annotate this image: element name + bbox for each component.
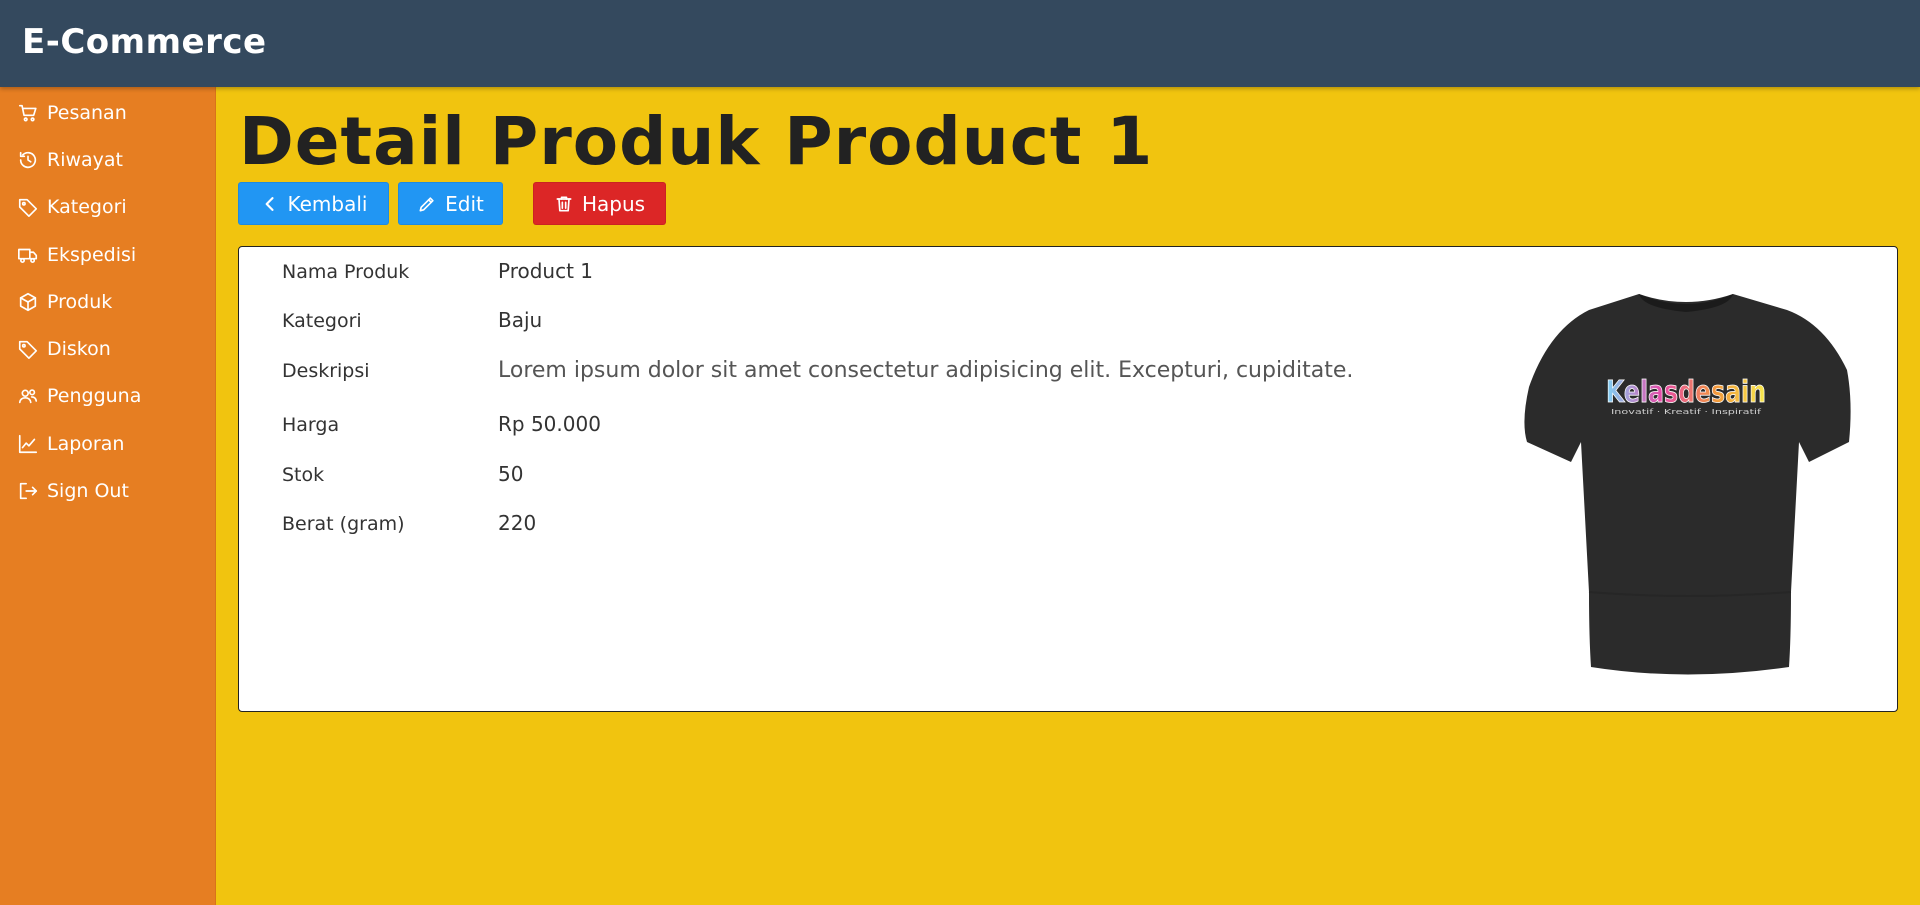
box-icon bbox=[19, 292, 37, 311]
sidebar: Pesanan Riwayat Kategori Ekspedisi Produ… bbox=[0, 87, 216, 905]
pencil-icon bbox=[419, 196, 434, 211]
edit-button-label: Edit bbox=[445, 191, 484, 216]
field-label: Stok bbox=[282, 464, 325, 486]
users-icon bbox=[18, 389, 38, 404]
field-label: Nama Produk bbox=[282, 261, 410, 283]
chart-icon bbox=[18, 434, 38, 453]
field-label: Deskripsi bbox=[282, 360, 370, 382]
sidebar-item-label: Kategori bbox=[47, 196, 127, 219]
sidebar-item-pesanan[interactable]: Pesanan bbox=[0, 89, 215, 136]
cart-icon bbox=[18, 104, 37, 122]
sidebar-item-pengguna[interactable]: Pengguna bbox=[0, 373, 215, 420]
field-row-kategori: Kategori Baju bbox=[282, 308, 542, 332]
sidebar-item-label: Diskon bbox=[47, 338, 111, 361]
history-icon bbox=[19, 151, 37, 169]
sidebar-item-label: Riwayat bbox=[47, 148, 123, 171]
sidebar-item-riwayat[interactable]: Riwayat bbox=[0, 136, 215, 183]
field-row-nama-produk: Nama Produk Product 1 bbox=[282, 259, 593, 283]
page-title: Detail Produk Product 1 bbox=[239, 103, 1154, 180]
sidebar-item-label: Ekspedisi bbox=[47, 243, 137, 266]
sidebar-item-label: Laporan bbox=[47, 432, 125, 455]
delete-button[interactable]: Hapus bbox=[533, 182, 666, 225]
field-row-deskripsi: Deskripsi Lorem ipsum dolor sit amet con… bbox=[282, 358, 1353, 383]
field-value: Product 1 bbox=[498, 259, 594, 283]
sidebar-item-label: Sign Out bbox=[47, 480, 129, 503]
tag-icon bbox=[18, 199, 38, 218]
chevron-left-icon bbox=[265, 196, 274, 211]
field-row-harga: Harga Rp 50.000 bbox=[282, 412, 601, 436]
trash-icon bbox=[556, 196, 572, 211]
sidebar-item-produk[interactable]: Produk bbox=[0, 278, 215, 325]
sidebar-item-diskon[interactable]: Diskon bbox=[0, 325, 215, 372]
edit-button[interactable]: Edit bbox=[398, 182, 503, 225]
field-label: Kategori bbox=[282, 310, 362, 332]
field-value: 50 bbox=[498, 462, 524, 486]
sign-out-icon bbox=[19, 482, 38, 500]
product-detail-card: Nama Produk Product 1 Kategori Baju Desk… bbox=[238, 246, 1898, 712]
app-title[interactable]: E-Commerce bbox=[22, 22, 267, 62]
logo-tagline: Inovatif · Kreatif · Inspiratif bbox=[1611, 408, 1762, 416]
top-navbar: E-Commerce bbox=[0, 0, 1920, 87]
product-image: Kelasdesain Inovatif · Kreatif · Inspira… bbox=[1524, 294, 1851, 675]
field-row-berat: Berat (gram) 220 bbox=[282, 511, 536, 535]
truck-icon bbox=[18, 248, 38, 263]
field-value: Rp 50.000 bbox=[498, 412, 601, 436]
sidebar-item-sign-out[interactable]: Sign Out bbox=[0, 467, 215, 514]
field-row-stok: Stok 50 bbox=[282, 462, 523, 486]
main-content: Detail Produk Product 1 Kembali Edit Hap… bbox=[216, 87, 1920, 905]
field-value: Lorem ipsum dolor sit amet consectetur a… bbox=[498, 358, 1354, 383]
back-button-label: Kembali bbox=[287, 191, 368, 216]
sidebar-item-label: Pengguna bbox=[47, 385, 142, 408]
delete-button-label: Hapus bbox=[581, 191, 646, 216]
sidebar-item-label: Pesanan bbox=[47, 101, 127, 124]
sidebar-item-kategori[interactable]: Kategori bbox=[0, 184, 215, 231]
sidebar-item-laporan[interactable]: Laporan bbox=[0, 420, 215, 467]
sidebar-item-ekspedisi[interactable]: Ekspedisi bbox=[0, 231, 215, 278]
back-button[interactable]: Kembali bbox=[238, 182, 389, 225]
field-value: Baju bbox=[498, 308, 543, 332]
field-value: 220 bbox=[498, 511, 537, 535]
field-label: Harga bbox=[282, 414, 340, 436]
logo-text: Kelasdesain bbox=[1606, 375, 1766, 410]
field-label: Berat (gram) bbox=[282, 513, 405, 535]
tag-icon bbox=[18, 340, 38, 360]
sidebar-item-label: Produk bbox=[47, 290, 113, 313]
shirt-logo: Kelasdesain Inovatif · Kreatif · Inspira… bbox=[1606, 375, 1767, 416]
